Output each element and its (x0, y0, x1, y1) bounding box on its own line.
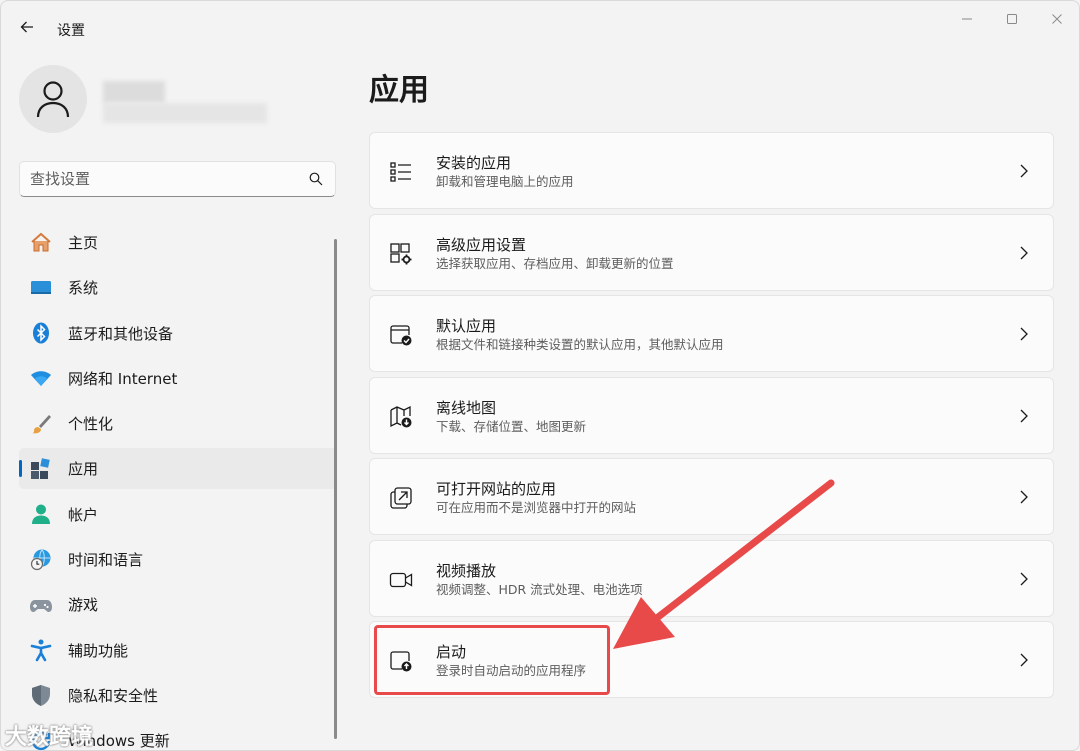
card-subtitle: 选择获取应用、存档应用、卸载更新的位置 (436, 255, 674, 271)
card-title: 默认应用 (436, 317, 497, 335)
card-subtitle: 下载、存储位置、地图更新 (436, 418, 587, 434)
title-bar: 设置 (1, 1, 1079, 53)
sidebar-item-label: 网络和 Internet (68, 369, 178, 388)
sidebar-item-personalization[interactable]: 个性化 (19, 403, 337, 444)
chevron-right-icon (1017, 652, 1031, 668)
search-box[interactable] (19, 161, 336, 197)
card-default-apps[interactable]: 默认应用 根据文件和链接种类设置的默认应用，其他默认应用 (369, 295, 1054, 372)
highlight-box (374, 625, 610, 695)
map-download-icon (388, 404, 414, 430)
sidebar-item-label: 帐户 (68, 505, 99, 524)
video-icon (388, 567, 414, 593)
avatar[interactable] (19, 65, 87, 133)
settings-window: 设置 主页 (0, 0, 1080, 751)
blurred-user-email (103, 103, 267, 123)
sidebar-item-time-language[interactable]: 时间和语言 (19, 539, 337, 580)
time-language-icon (29, 548, 53, 572)
sidebar-item-label: 系统 (68, 279, 99, 298)
back-button[interactable] (13, 13, 41, 41)
user-icon (36, 81, 70, 118)
chevron-right-icon (1017, 571, 1031, 587)
sidebar-item-label: 游戏 (68, 596, 99, 615)
open-external-icon (388, 485, 414, 511)
wifi-icon (29, 366, 53, 390)
chevron-right-icon (1017, 326, 1031, 342)
card-title: 安装的应用 (436, 154, 512, 172)
chevron-right-icon (1017, 245, 1031, 261)
watermark: 大数跨境 (5, 725, 94, 750)
sidebar-item-label: 应用 (68, 460, 99, 479)
chevron-right-icon (1017, 408, 1031, 424)
gamepad-icon (29, 593, 53, 617)
system-icon (29, 276, 53, 300)
minimize-button[interactable] (945, 7, 989, 31)
card-title: 离线地图 (436, 398, 497, 417)
card-advanced-app-settings[interactable]: 高级应用设置 选择获取应用、存档应用、卸载更新的位置 (369, 213, 1054, 291)
sidebar-item-home[interactable]: 主页 (19, 222, 337, 263)
sidebar-item-gaming[interactable]: 游戏 (19, 584, 337, 625)
apps-icon (29, 457, 53, 481)
page-title: 应用 (369, 73, 429, 108)
sidebar-nav: 主页 系统 蓝牙和其他设备 网络和 Internet 个性化 应用 帐户 时间和… (19, 222, 337, 750)
sidebar-item-label: 主页 (68, 234, 99, 252)
card-title: 视频播放 (436, 561, 497, 580)
sidebar-item-system[interactable]: 系统 (19, 267, 337, 308)
back-arrow-icon (20, 21, 33, 33)
home-icon (29, 231, 53, 255)
default-apps-icon (388, 322, 414, 348)
sidebar-item-label: 时间和语言 (68, 551, 144, 570)
card-title: 可打开网站的应用 (436, 480, 557, 498)
sidebar-item-bluetooth[interactable]: 蓝牙和其他设备 (19, 313, 337, 354)
card-installed-apps[interactable]: 安装的应用 卸载和管理电脑上的应用 (369, 132, 1054, 209)
sidebar-item-accessibility[interactable]: 辅助功能 (19, 630, 337, 671)
app-settings-icon (388, 241, 414, 267)
sidebar-scrollbar[interactable] (334, 239, 337, 739)
card-subtitle: 视频调整、HDR 流式处理、电池选项 (436, 581, 643, 597)
close-button[interactable] (1035, 7, 1079, 31)
card-video-playback[interactable]: 视频播放 视频调整、HDR 流式处理、电池选项 (369, 539, 1054, 617)
sidebar-item-label: 蓝牙和其他设备 (68, 324, 174, 343)
minimize-icon (962, 18, 972, 20)
chevron-right-icon (1017, 163, 1031, 179)
sidebar-item-label: 辅助功能 (68, 641, 129, 660)
shield-icon (29, 683, 53, 707)
list-icon (388, 159, 414, 185)
sidebar-item-network[interactable]: 网络和 Internet (19, 358, 337, 399)
search-icon[interactable] (307, 170, 325, 188)
card-title: 高级应用设置 (436, 235, 527, 254)
brush-icon (29, 412, 53, 436)
card-subtitle: 根据文件和链接种类设置的默认应用，其他默认应用 (436, 337, 724, 352)
maximize-button[interactable] (990, 7, 1034, 31)
settings-card-list: 安装的应用 卸载和管理电脑上的应用 高级应用设置 选择获取应用、存档应用、卸载更… (369, 132, 1054, 703)
card-offline-maps[interactable]: 离线地图 下载、存储位置、地图更新 (369, 376, 1054, 454)
chevron-right-icon (1017, 489, 1031, 505)
close-icon (1052, 14, 1062, 24)
sidebar-item-label: 隐私和安全性 (68, 686, 159, 705)
blurred-user-name (103, 81, 165, 103)
sidebar-item-apps[interactable]: 应用 (19, 448, 337, 490)
sidebar-item-label: 个性化 (68, 415, 114, 434)
bluetooth-icon (29, 321, 53, 345)
sidebar-item-privacy[interactable]: 隐私和安全性 (19, 675, 337, 716)
account-icon (29, 502, 53, 526)
accessibility-icon (29, 638, 53, 662)
window-title: 设置 (57, 23, 85, 39)
search-input[interactable] (30, 170, 307, 188)
card-subtitle: 卸载和管理电脑上的应用 (436, 174, 574, 189)
maximize-icon (1007, 14, 1017, 24)
card-apps-for-websites[interactable]: 可打开网站的应用 可在应用而不是浏览器中打开的网站 (369, 458, 1054, 535)
sidebar-item-accounts[interactable]: 帐户 (19, 494, 337, 535)
card-subtitle: 可在应用而不是浏览器中打开的网站 (436, 500, 637, 515)
